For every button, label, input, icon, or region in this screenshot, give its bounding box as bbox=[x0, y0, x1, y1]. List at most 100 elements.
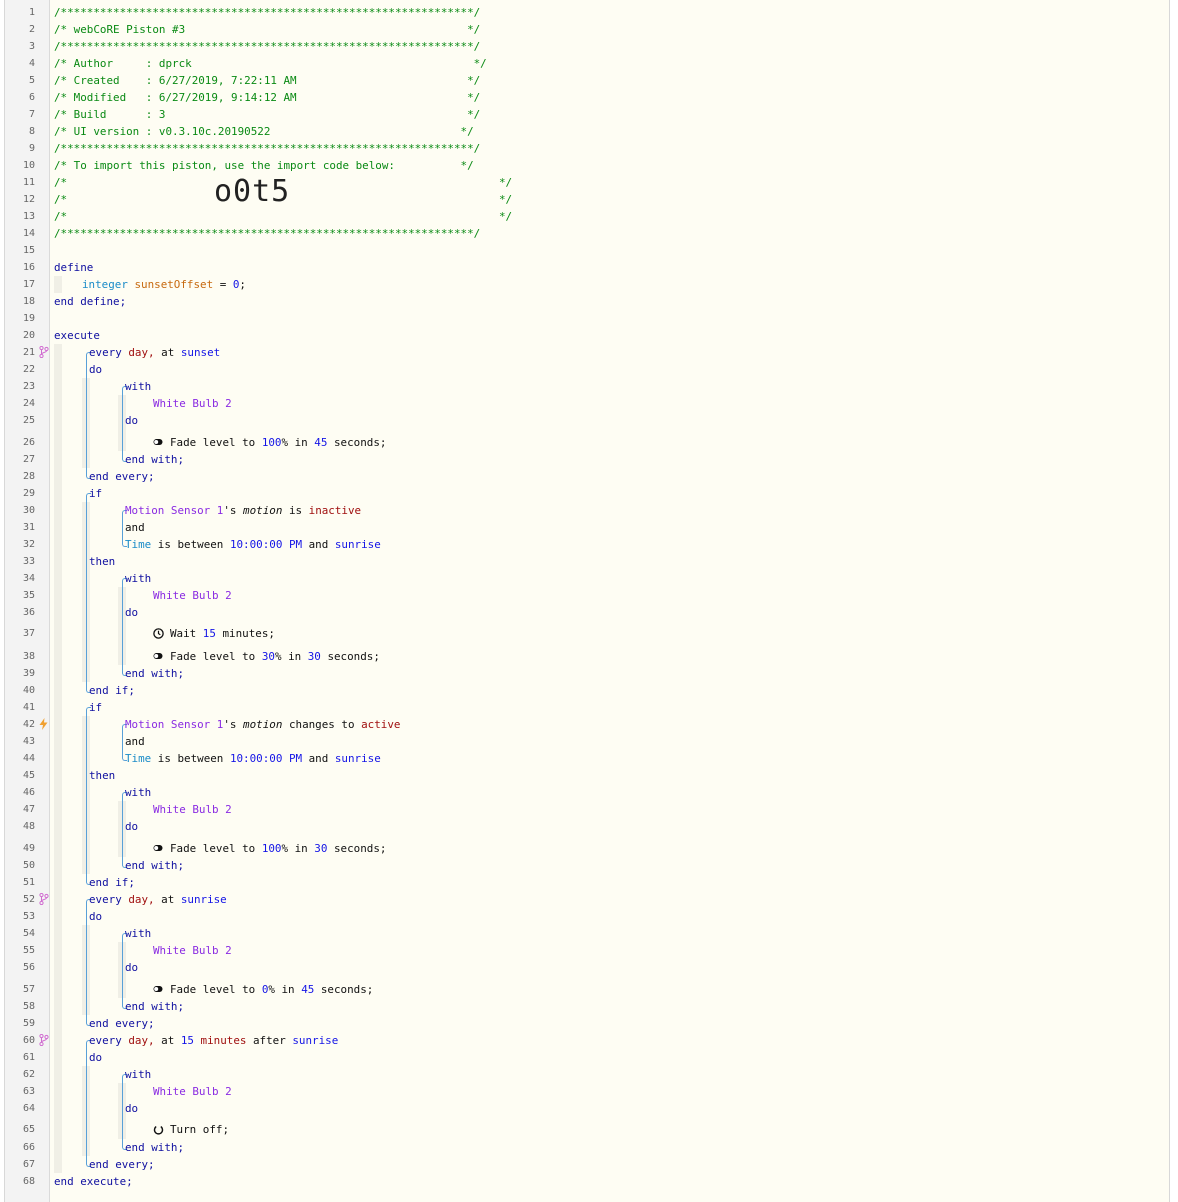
code-line[interactable]: 38 Fade level to 30% in 30 seconds; bbox=[5, 648, 1169, 665]
line-number: 48 bbox=[22, 821, 35, 832]
code-line[interactable]: 50 end with; bbox=[5, 857, 1169, 874]
token: Fade level to bbox=[170, 650, 256, 663]
code-line[interactable]: 54 with bbox=[5, 925, 1169, 942]
line-number: 59 bbox=[22, 1018, 35, 1029]
line-number: 7 bbox=[28, 109, 35, 120]
code-line[interactable]: 41 if bbox=[5, 699, 1169, 716]
code-line[interactable]: 24 White Bulb 2 bbox=[5, 395, 1169, 412]
code-line[interactable]: 68 end execute; bbox=[5, 1173, 1169, 1190]
code-line[interactable]: 52 every day, at sunrise bbox=[5, 891, 1169, 908]
code-line[interactable]: 2 /* webCoRE Piston #3 */ bbox=[5, 21, 1169, 38]
token: 30 bbox=[261, 650, 275, 663]
token: 15 bbox=[180, 1034, 194, 1047]
code-line[interactable]: 46 with bbox=[5, 784, 1169, 801]
line-number: 37 bbox=[22, 628, 35, 639]
code-line[interactable]: 63 White Bulb 2 bbox=[5, 1083, 1169, 1100]
code-line[interactable]: 13 /* */ bbox=[5, 208, 1169, 225]
code-line[interactable]: 35 White Bulb 2 bbox=[5, 587, 1169, 604]
code-line[interactable]: 15 bbox=[5, 242, 1169, 259]
code-line[interactable]: 62 with bbox=[5, 1066, 1169, 1083]
code-line[interactable]: 11 /* */ bbox=[5, 174, 1169, 191]
code-line[interactable]: 49 Fade level to 100% in 30 seconds; bbox=[5, 840, 1169, 857]
code-line[interactable]: 56 do bbox=[5, 959, 1169, 976]
code-line[interactable]: 21 every day, at sunset bbox=[5, 344, 1169, 361]
line-number: 16 bbox=[22, 262, 35, 273]
code-line[interactable]: 48 do bbox=[5, 818, 1169, 835]
execute-keyword: execute bbox=[54, 329, 100, 342]
code-line[interactable]: 31 and bbox=[5, 519, 1169, 536]
line-number: 30 bbox=[22, 505, 35, 516]
code-line[interactable]: 42 Motion Sensor 1's motion changes to ac… bbox=[5, 716, 1169, 733]
attribute: motion bbox=[243, 504, 283, 517]
line-number: 12 bbox=[22, 194, 35, 205]
code-line[interactable]: 32 Time is between 10:00:00 PM and sunris… bbox=[5, 536, 1169, 553]
code-line[interactable]: 57 Fade level to 0% in 45 seconds; bbox=[5, 981, 1169, 998]
code-line[interactable]: 4 /* Author : dprck */ bbox=[5, 55, 1169, 72]
line-number: 26 bbox=[22, 437, 35, 448]
line-number: 14 bbox=[22, 228, 35, 239]
code-line[interactable]: 26 Fade level to 100% in 45 seconds; bbox=[5, 434, 1169, 451]
line-number: 43 bbox=[22, 736, 35, 747]
line-number: 57 bbox=[22, 984, 35, 995]
code-line[interactable]: 20 execute bbox=[5, 327, 1169, 344]
code-line[interactable]: 44 Time is between 10:00:00 PM and sunris… bbox=[5, 750, 1169, 767]
line-number: 28 bbox=[22, 471, 35, 482]
code-line[interactable]: 18 end define; bbox=[5, 293, 1169, 310]
fade-toggle-icon bbox=[153, 437, 163, 447]
line-number: 68 bbox=[22, 1176, 35, 1187]
line-number: 64 bbox=[22, 1103, 35, 1114]
code-line[interactable]: 9 /**************************************… bbox=[5, 140, 1169, 157]
line-number: 32 bbox=[22, 539, 35, 550]
code-line[interactable]: 14 /*************************************… bbox=[5, 225, 1169, 242]
code-line[interactable]: 34 with bbox=[5, 570, 1169, 587]
code-line[interactable]: 43 and bbox=[5, 733, 1169, 750]
code-line[interactable]: 65 Turn off; bbox=[5, 1121, 1169, 1138]
code-line[interactable]: 1 /**************************************… bbox=[5, 4, 1169, 21]
token: 30 bbox=[314, 842, 328, 855]
value: inactive bbox=[308, 504, 362, 517]
code-line[interactable]: 22 do bbox=[5, 361, 1169, 378]
code-line[interactable]: 66 end with; bbox=[5, 1139, 1169, 1156]
line-number: 60 bbox=[22, 1035, 35, 1046]
code-line[interactable]: 39 end with; bbox=[5, 665, 1169, 682]
day-value: day, bbox=[128, 1034, 155, 1047]
code-line[interactable]: 10 /* To import this piston, use the impo… bbox=[5, 157, 1169, 174]
with-keyword: with bbox=[125, 380, 152, 393]
code-line[interactable]: 37 Wait 15 minutes; bbox=[5, 625, 1169, 642]
code-line[interactable]: 25 do bbox=[5, 412, 1169, 429]
code-line[interactable]: 58 end with; bbox=[5, 998, 1169, 1015]
code-line[interactable]: 47 White Bulb 2 bbox=[5, 801, 1169, 818]
code-line[interactable]: 6 /* Modified : 6/27/2019, 9:14:12 AM */ bbox=[5, 89, 1169, 106]
code-line[interactable]: 55 White Bulb 2 bbox=[5, 942, 1169, 959]
with-keyword: with bbox=[125, 927, 152, 940]
code-line[interactable]: 53 do bbox=[5, 908, 1169, 925]
code-line[interactable]: 5 /* Created : 6/27/2019, 7:22:11 AM */ bbox=[5, 72, 1169, 89]
code-line[interactable]: 30 Motion Sensor 1's motion is inactive bbox=[5, 502, 1169, 519]
code-line[interactable]: 7 /* Build : 3 */ bbox=[5, 106, 1169, 123]
modified-comment: /* Modified : 6/27/2019, 9:14:12 AM */ bbox=[54, 91, 481, 104]
code-line[interactable]: 28 end every; bbox=[5, 468, 1169, 485]
code-line[interactable]: 17 integer sunsetOffset = 0; bbox=[5, 276, 1169, 293]
code-line[interactable]: 3 /**************************************… bbox=[5, 38, 1169, 55]
code-line[interactable]: 64 do bbox=[5, 1100, 1169, 1117]
line-number: 21 bbox=[22, 347, 35, 358]
code-line[interactable]: 29 if bbox=[5, 485, 1169, 502]
line-number: 49 bbox=[22, 843, 35, 854]
code-line[interactable]: 67 end every; bbox=[5, 1156, 1169, 1173]
code-line[interactable]: 33 then bbox=[5, 553, 1169, 570]
code-line[interactable]: 51 end if; bbox=[5, 874, 1169, 891]
code-line[interactable]: 12 /* o0t5 */ bbox=[5, 177, 1169, 208]
code-line[interactable]: 16 define bbox=[5, 259, 1169, 276]
code-line[interactable]: 45 then bbox=[5, 767, 1169, 784]
code-line[interactable]: 40 end if; bbox=[5, 682, 1169, 699]
code-line[interactable]: 23 with bbox=[5, 378, 1169, 395]
code-line[interactable]: 27 end with; bbox=[5, 451, 1169, 468]
code-line[interactable]: 60 every day, at 15 minutes after sunrise bbox=[5, 1032, 1169, 1049]
code-line[interactable]: 19 bbox=[5, 310, 1169, 327]
code-line[interactable]: 36 do bbox=[5, 604, 1169, 621]
code-line[interactable]: 8 /* UI version : v0.3.10c.20190522 */ bbox=[5, 123, 1169, 140]
import-code[interactable]: o0t5 bbox=[214, 177, 290, 207]
code-line[interactable]: 61 do bbox=[5, 1049, 1169, 1066]
code-line[interactable]: 59 end every; bbox=[5, 1015, 1169, 1032]
line-number: 25 bbox=[22, 415, 35, 426]
